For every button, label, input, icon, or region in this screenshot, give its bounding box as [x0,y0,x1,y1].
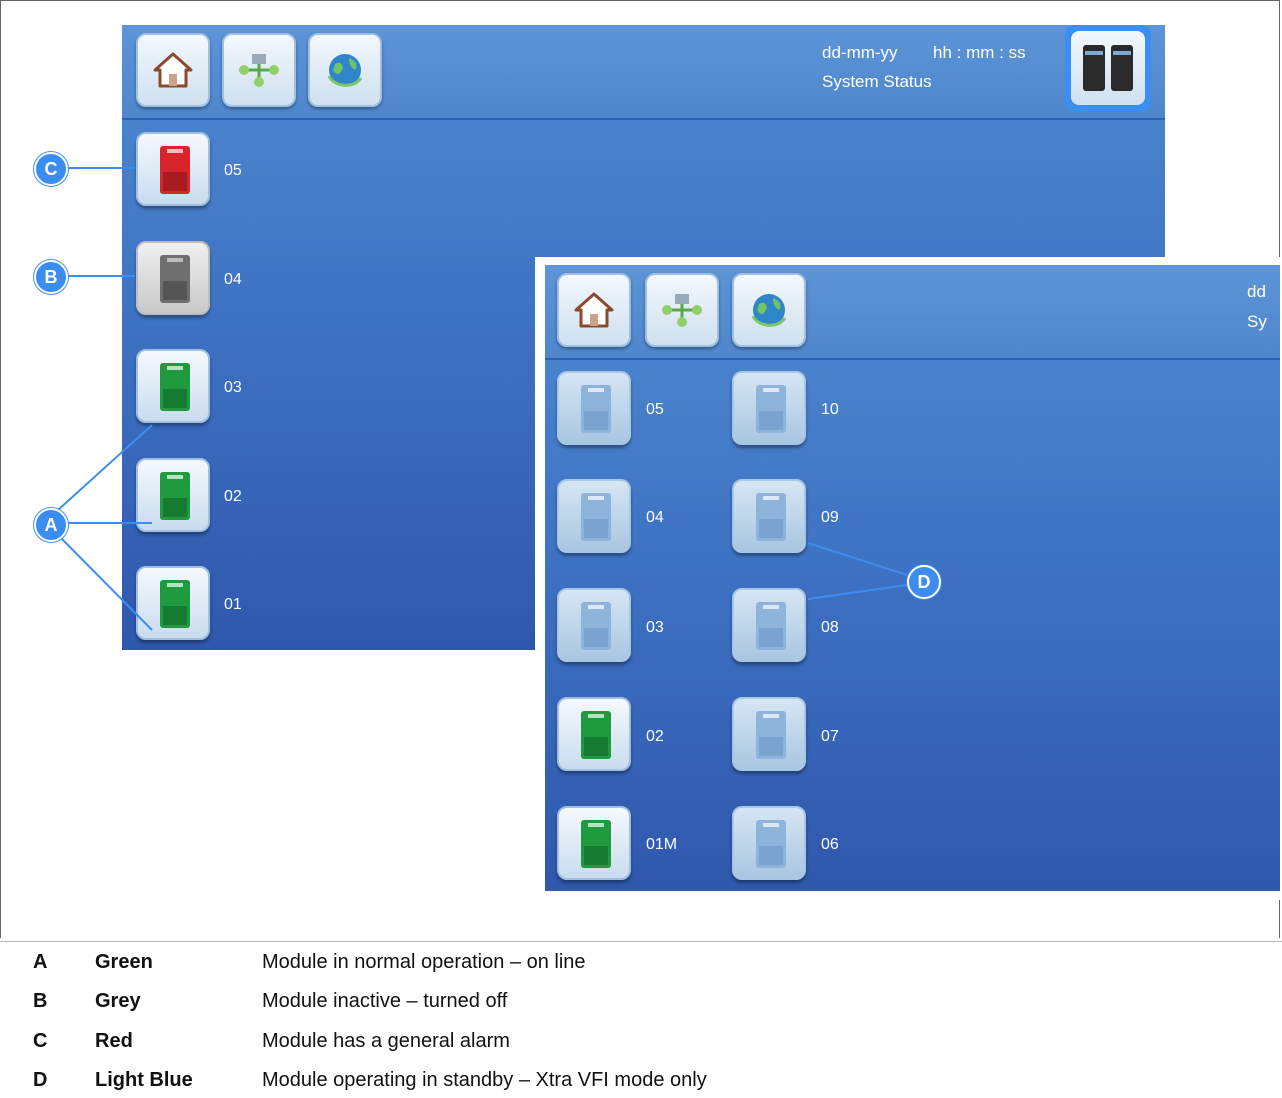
callout-d: D [907,565,941,599]
legend-key: C [33,1030,48,1052]
legend-color-name: Green [95,951,153,973]
legend-color-name: Light Blue [95,1069,193,1091]
legend-row: D Light Blue Module operating in standby… [0,1062,1282,1098]
legend-row: C Red Module has a general alarm [0,1023,1282,1059]
legend-color-name: Red [95,1030,133,1052]
legend-description: Module inactive – turned off [262,990,508,1012]
callout-c: C [34,152,68,186]
callout-lines [57,167,908,631]
legend-description: Module operating in standby – Xtra VFI m… [262,1069,707,1091]
legend-row: B Grey Module inactive – turned off [0,983,1282,1019]
callout-a: A [34,508,68,542]
legend-row: A Green Module in normal operation – on … [0,944,1282,980]
legend-color-name: Grey [95,990,141,1012]
legend-key: D [33,1069,48,1091]
legend-divider [0,941,1282,942]
callout-b: B [34,260,68,294]
legend-description: Module has a general alarm [262,1030,510,1052]
legend-key: A [33,951,48,973]
legend-key: B [33,990,48,1012]
legend-description: Module in normal operation – on line [262,951,586,973]
